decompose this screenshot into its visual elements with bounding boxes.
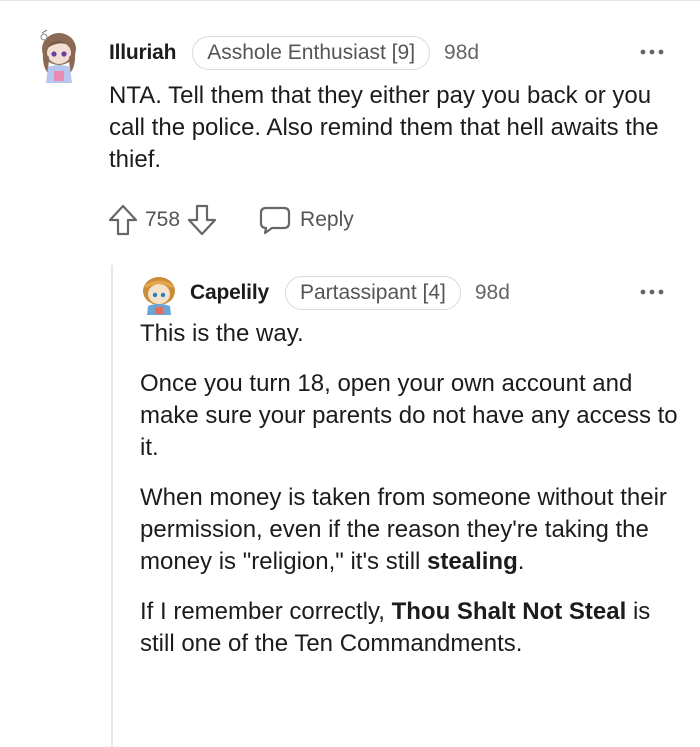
- comment-body: This is the way. Once you turn 18, open …: [140, 318, 680, 678]
- paragraph-text: If I remember correctly,: [140, 598, 392, 625]
- comment-age[interactable]: 98d: [444, 41, 479, 65]
- user-avatar[interactable]: [138, 273, 180, 315]
- comment-actions: 758 Reply: [107, 200, 354, 240]
- divider: [0, 0, 700, 1]
- comment-body: NTA. Tell them that they either pay you …: [109, 82, 659, 173]
- comment-meta: Capelily Partassipant [4] 98d: [190, 275, 510, 311]
- speech-bubble-icon: [258, 204, 292, 236]
- paragraph-text: Once you turn 18, open your own account …: [140, 370, 678, 461]
- downvote-icon[interactable]: [186, 203, 218, 237]
- more-options-button[interactable]: [640, 284, 664, 296]
- paragraph-text: This is the way.: [140, 320, 304, 347]
- more-options-button[interactable]: [640, 44, 664, 56]
- comment-thread: Illuriah Asshole Enthusiast [9] 98d NTA.…: [0, 0, 700, 747]
- paragraph: This is the way.: [140, 318, 680, 350]
- ellipsis-icon: [640, 289, 664, 295]
- user-flair: Asshole Enthusiast [9]: [192, 36, 431, 70]
- paragraph-text: .: [517, 548, 525, 575]
- reply-button[interactable]: Reply: [258, 204, 354, 236]
- reply-label: Reply: [300, 208, 354, 231]
- comment-age[interactable]: 98d: [475, 281, 510, 305]
- username-link[interactable]: Capelily: [190, 281, 269, 305]
- bold-text: Thou Shalt Not Steal: [391, 598, 627, 625]
- username-link[interactable]: Illuriah: [109, 41, 176, 65]
- user-avatar[interactable]: [34, 27, 84, 85]
- comment-meta: Illuriah Asshole Enthusiast [9] 98d: [109, 35, 479, 71]
- upvote-icon[interactable]: [107, 203, 139, 237]
- user-flair: Partassipant [4]: [284, 276, 461, 310]
- bold-text: stealing: [427, 548, 518, 575]
- thread-line[interactable]: [111, 265, 113, 747]
- vote-count: 758: [145, 208, 181, 231]
- paragraph: When money is taken from someone without…: [140, 482, 680, 578]
- paragraph-text: When money is taken from someone without…: [140, 484, 667, 575]
- paragraph: Once you turn 18, open your own account …: [140, 368, 680, 464]
- ellipsis-icon: [640, 49, 664, 55]
- paragraph: If I remember correctly, Thou Shalt Not …: [140, 596, 680, 660]
